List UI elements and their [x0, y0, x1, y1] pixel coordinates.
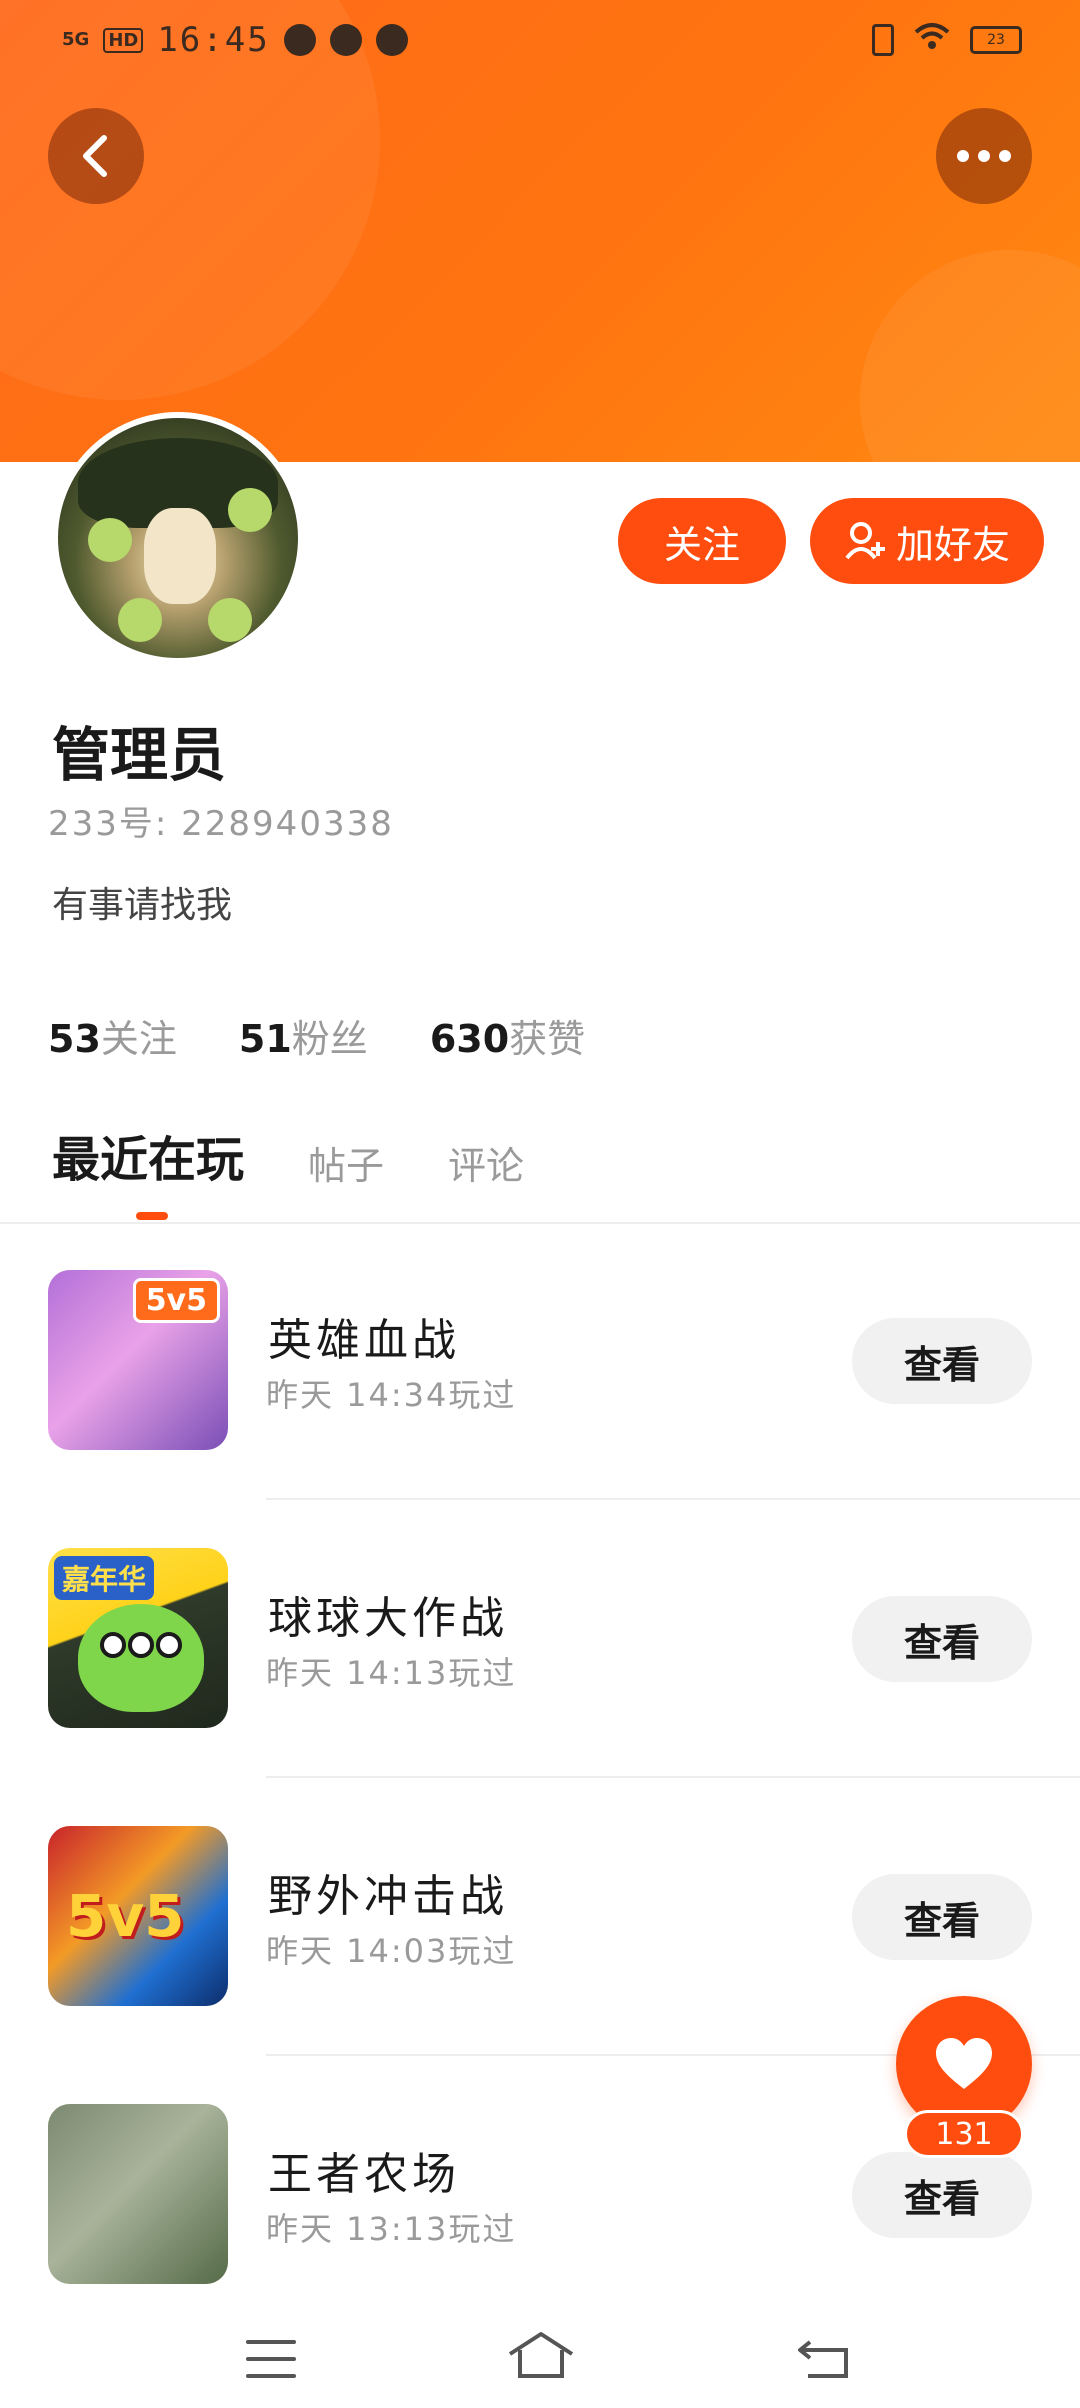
- game-badge: 5v5: [132, 1278, 220, 1323]
- back-button[interactable]: [48, 108, 144, 204]
- chevron-left-icon: [83, 135, 107, 177]
- view-button[interactable]: 查看: [852, 1596, 1032, 1682]
- profile-uid: 233号: 228940338: [48, 804, 394, 844]
- like-count: 131: [904, 2110, 1024, 2158]
- game-last-played: 昨天 13:13玩过: [266, 2210, 517, 2248]
- follow-button[interactable]: 关注: [618, 498, 786, 584]
- home-icon[interactable]: [506, 2330, 576, 2380]
- menu-icon[interactable]: [246, 2340, 296, 2378]
- follow-button-label: 关注: [663, 522, 740, 567]
- battery-icon: 23: [970, 26, 1022, 54]
- game-row[interactable]: 5v5 英雄血战 昨天 14:34玩过 查看: [0, 1222, 1080, 1500]
- profile-bio: 有事请找我: [52, 885, 233, 926]
- tab-recently-played[interactable]: 最近在玩: [52, 1120, 244, 1190]
- game-name: 球球大作战: [268, 1593, 508, 1644]
- stat-likes[interactable]: 630获赞: [430, 1008, 585, 1063]
- game-badge: 5v5: [66, 1882, 185, 1950]
- status-time: 16:45: [157, 20, 270, 60]
- tab-comments[interactable]: 评论: [448, 1135, 524, 1190]
- tab-indicator: [136, 1212, 168, 1220]
- game-icon: 5v5: [48, 1826, 228, 2006]
- more-options-button[interactable]: [936, 108, 1032, 204]
- app-notification-icon: [375, 24, 408, 56]
- game-row[interactable]: 嘉年华 球球大作战 昨天 14:13玩过 查看: [0, 1500, 1080, 1778]
- game-name: 王者农场: [268, 2149, 460, 2200]
- game-last-played: 昨天 14:03玩过: [266, 1932, 517, 1970]
- game-badge: 嘉年华: [54, 1556, 155, 1600]
- game-icon: 5v5: [48, 1270, 228, 1450]
- game-name: 英雄血战: [268, 1315, 460, 1366]
- avatar[interactable]: [52, 412, 304, 664]
- more-dots-icon: [957, 150, 1011, 162]
- music-notification-icon: [283, 24, 316, 56]
- stat-fans[interactable]: 51粉丝: [239, 1008, 368, 1063]
- view-button[interactable]: 查看: [852, 1874, 1032, 1960]
- game-icon: 嘉年华: [48, 1548, 228, 1728]
- add-user-icon: [845, 522, 885, 560]
- game-icon: [48, 2104, 228, 2284]
- hd-indicator: HD: [103, 27, 144, 53]
- signal-indicator: 5G: [62, 29, 90, 50]
- tab-posts[interactable]: 帖子: [308, 1135, 384, 1190]
- vibrate-icon: [872, 24, 894, 56]
- add-friend-label: 加好友: [895, 522, 1010, 567]
- qq-notification-icon: [329, 24, 362, 56]
- profile-tabs: 最近在玩 帖子 评论: [52, 1120, 524, 1190]
- stat-following[interactable]: 53关注: [48, 1008, 177, 1063]
- profile-name: 管理员: [52, 721, 227, 789]
- profile-stats: 53关注 51粉丝 630获赞: [48, 1008, 585, 1063]
- back-nav-icon[interactable]: [796, 2336, 852, 2380]
- game-last-played: 昨天 14:13玩过: [266, 1654, 517, 1692]
- wifi-icon: [914, 22, 950, 58]
- view-button[interactable]: 查看: [852, 2152, 1032, 2238]
- system-nav-bar: [0, 2300, 1080, 2408]
- status-bar: 5G HD 16:45 23: [0, 0, 1080, 84]
- game-name: 野外冲击战: [268, 1871, 508, 1922]
- game-last-played: 昨天 14:34玩过: [266, 1376, 517, 1414]
- heart-icon: [936, 2038, 992, 2089]
- add-friend-button[interactable]: 加好友: [810, 498, 1044, 584]
- view-button[interactable]: 查看: [852, 1318, 1032, 1404]
